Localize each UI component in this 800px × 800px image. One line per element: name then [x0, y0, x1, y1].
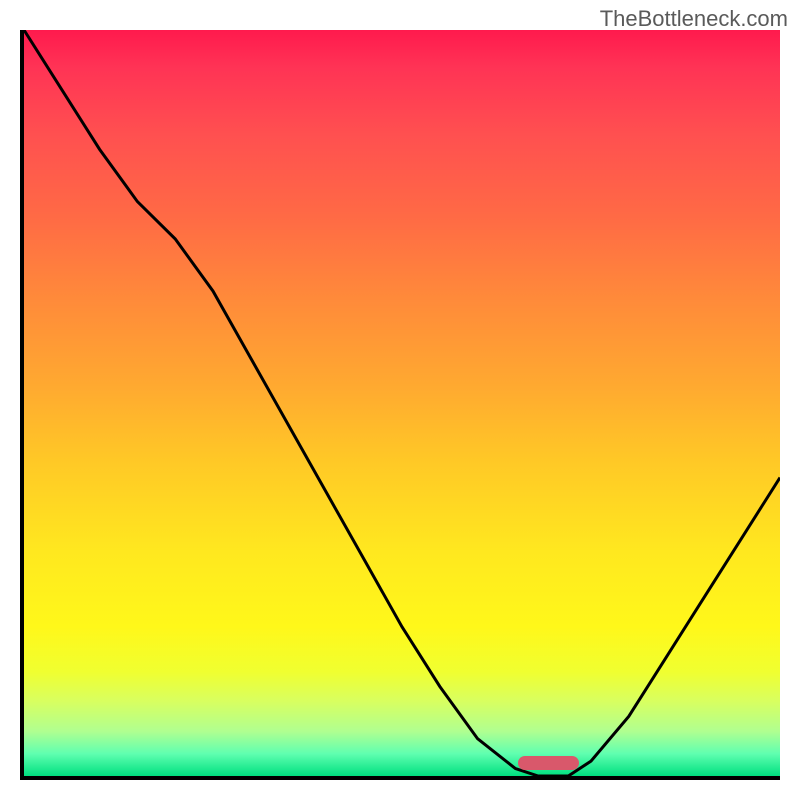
chart-container: TheBottleneck.com — [0, 0, 800, 800]
bottleneck-curve — [24, 30, 780, 776]
chart-plot-area — [20, 30, 780, 780]
watermark-text: TheBottleneck.com — [600, 6, 788, 32]
optimal-range-marker — [518, 756, 579, 770]
